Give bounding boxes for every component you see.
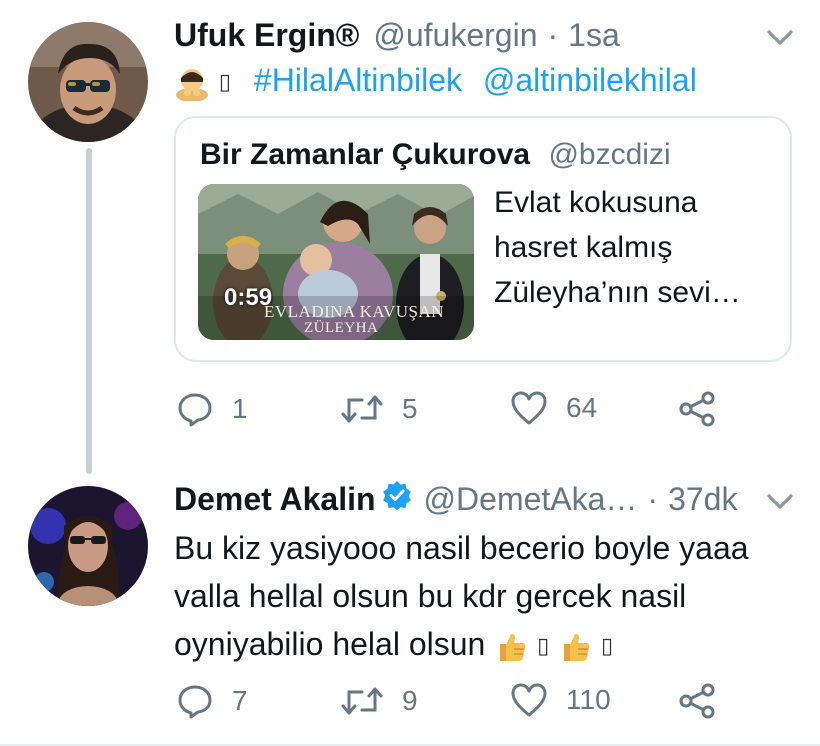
like-count: 110 (566, 684, 611, 715)
tweet-text-line: Bu kiz yasiyooo nasil becerio boyle yaaa (174, 530, 749, 566)
reply-icon (178, 393, 212, 427)
reply-action[interactable]: 1 (176, 390, 248, 428)
like-count: 64 (566, 392, 598, 423)
hashtag-link[interactable]: #HilalAltinbilek (254, 62, 462, 98)
separator-dot: · (547, 17, 559, 53)
author-handle[interactable]: @ufukergin (373, 16, 537, 54)
author-name[interactable]: Demet Akalin (174, 480, 376, 518)
share-icon (679, 391, 715, 427)
chevron-down-icon[interactable] (766, 492, 794, 512)
tweet-text: ▯ #HilalAltinbilek @altinbilekhilal (174, 58, 697, 105)
quoted-tweet-header: Bir Zamanlar Çukurova @bzcdizi (200, 136, 671, 174)
tweet-text-line-3: oyniyabilio helal olsun ▯ ▯ (174, 620, 749, 671)
video-caption-line1: EVLADINA KAVUŞAN (264, 302, 445, 321)
verified-badge-icon (382, 481, 411, 510)
share-icon (679, 683, 715, 719)
thumbs-up-emoji-icon (564, 633, 590, 661)
like-action[interactable]: 64 (510, 390, 597, 426)
quoted-tweet-text: Evlat kokusuna hasret kalmış Züleyha’nın… (494, 186, 741, 309)
avatar-demet-akalin[interactable] (28, 486, 148, 606)
chevron-down-icon[interactable] (766, 28, 794, 48)
avatar-ufuk-ergin[interactable] (28, 22, 148, 142)
tweet-text: Bu kiz yasiyooo nasil becerio boyle yaaa… (174, 524, 749, 671)
author-name[interactable]: Ufuk Ergin® (174, 16, 359, 54)
missing-glyph: ▯ (218, 69, 231, 95)
retweet-count: 9 (402, 685, 418, 716)
retweet-icon (341, 395, 383, 423)
reply-count: 1 (232, 393, 248, 424)
tweet-header: Ufuk Ergin® @ufukergin · 1sa (174, 16, 620, 54)
missing-glyph: ▯ (537, 633, 550, 659)
reply-action[interactable]: 7 (176, 682, 248, 720)
video-caption-line2: ZÜLEYHA (304, 320, 379, 336)
retweet-action[interactable]: 9 (340, 682, 418, 720)
tweet-text-line: oyniyabilio helal olsun (174, 626, 486, 662)
quoted-author-name: Bir Zamanlar Çukurova (200, 138, 531, 171)
like-action[interactable]: 110 (510, 682, 611, 718)
retweet-action[interactable]: 5 (340, 390, 418, 428)
retweet-count: 5 (402, 393, 418, 424)
video-thumbnail[interactable]: 0:59 EVLADINA KAVUŞAN ZÜLEYHA (198, 184, 474, 340)
heart-icon (511, 391, 547, 425)
tweet-timestamp[interactable]: 1sa (568, 16, 620, 54)
share-action[interactable] (678, 682, 734, 720)
tweet-header: Demet Akalin @DemetAka… · 37dk (174, 480, 737, 518)
missing-glyph: ▯ (600, 633, 614, 659)
thread-connector-line (86, 148, 92, 474)
quoted-author-handle: @bzcdizi (548, 138, 671, 171)
mention-link[interactable]: @altinbilekhilal (483, 62, 697, 98)
person-bowing-emoji-icon (176, 68, 208, 101)
retweet-icon (341, 687, 383, 715)
share-action[interactable] (678, 390, 734, 428)
reply-icon (178, 685, 212, 719)
heart-icon (511, 683, 547, 717)
quoted-tweet-card[interactable]: Bir Zamanlar Çukurova @bzcdizi 0:59 EVLA… (174, 116, 792, 362)
reply-count: 7 (232, 685, 248, 716)
author-handle[interactable]: @DemetAka… (424, 480, 638, 518)
separator-dot: · (647, 481, 659, 517)
tweet-text-line: valla hellal olsun bu kdr gercek nasil (174, 578, 687, 614)
thumbs-up-emoji-icon (500, 633, 526, 661)
tweet-timestamp[interactable]: 37dk (668, 480, 737, 518)
